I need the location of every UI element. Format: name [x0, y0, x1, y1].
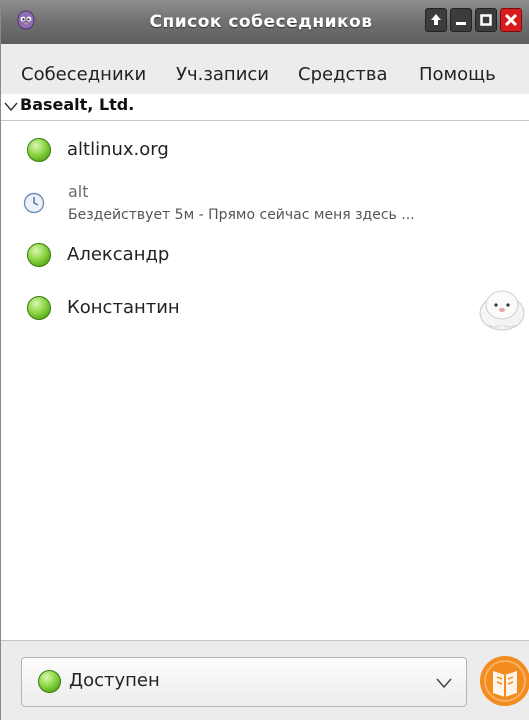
window-title: Список собеседников: [149, 12, 373, 32]
group-name: Basealt, Ltd.: [20, 95, 135, 114]
menu-help[interactable]: Помощь: [419, 44, 496, 94]
minimize-button[interactable]: [450, 8, 472, 32]
contact-row[interactable]: Александр: [1, 232, 529, 284]
contact-status-message: Бездействует 5м - Прямо сейчас меня здес…: [68, 207, 415, 223]
status-bar: Доступен: [1, 640, 529, 720]
chevron-down-icon[interactable]: [4, 100, 18, 112]
status-idle-clock-icon: [23, 192, 45, 214]
status-available-icon: [27, 243, 51, 267]
seal-avatar-icon: [479, 290, 525, 331]
status-available-icon: [27, 138, 51, 162]
status-selector[interactable]: Доступен: [21, 657, 467, 707]
contact-name: alt: [68, 182, 89, 201]
pidgin-app-icon[interactable]: [15, 9, 37, 31]
status-available-icon: [38, 670, 61, 693]
close-button[interactable]: [500, 8, 522, 32]
mail-notification-icon[interactable]: [479, 655, 529, 707]
contact-row[interactable]: altlinux.org: [1, 124, 529, 178]
menu-tools[interactable]: Средства: [298, 44, 388, 94]
minimize-icon: [456, 22, 466, 25]
menu-buddies[interactable]: Собеседники: [21, 44, 146, 94]
maximize-icon: [480, 14, 492, 26]
group-header[interactable]: Basealt, Ltd.: [1, 94, 529, 121]
contact-name: Александр: [67, 244, 170, 265]
contact-name: altlinux.org: [67, 139, 169, 160]
status-label: Доступен: [69, 670, 160, 691]
chevron-down-icon[interactable]: [436, 677, 452, 689]
title-bar[interactable]: Список собеседников: [1, 0, 529, 44]
menu-accounts[interactable]: Уч.записи: [176, 44, 269, 94]
status-available-icon: [27, 296, 51, 320]
up-arrow-icon: [431, 14, 441, 25]
buddy-list-window: Список собеседников Собеседники Уч.запис…: [0, 0, 529, 720]
contact-row[interactable]: alt Бездействует 5м - Прямо сейчас меня …: [1, 178, 529, 232]
contact-name: Константин: [67, 297, 180, 318]
up-arrow-button[interactable]: [425, 8, 447, 32]
maximize-button[interactable]: [475, 8, 497, 32]
close-icon: [504, 13, 518, 27]
contact-row[interactable]: Константин: [1, 284, 529, 338]
menu-bar: Собеседники Уч.записи Средства Помощь: [1, 44, 529, 94]
